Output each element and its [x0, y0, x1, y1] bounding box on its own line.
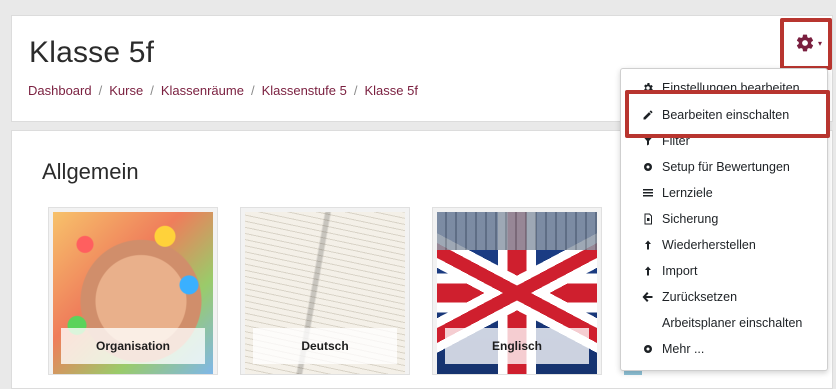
menu-item-label: Bearbeiten einschalten: [662, 108, 790, 122]
breadcrumb-klassenstufe[interactable]: Klassenstufe 5: [262, 83, 347, 98]
breadcrumb-separator: /: [353, 83, 358, 98]
menu-item-import[interactable]: Import: [621, 258, 827, 284]
menu-item-zuruecksetzen[interactable]: Zurücksetzen: [621, 284, 827, 310]
arrow-left-icon: [641, 290, 655, 304]
menu-item-bearbeiten-einschalten[interactable]: Bearbeiten einschalten: [629, 102, 826, 128]
gear-icon: [641, 160, 655, 174]
menu-item-setup-bewertungen[interactable]: Setup für Bewertungen: [621, 154, 827, 180]
breadcrumb-separator: /: [250, 83, 255, 98]
edit-mode-highlight: Bearbeiten einschalten: [625, 90, 830, 138]
section-title: Allgemein: [42, 159, 139, 184]
menu-item-label: Sicherung: [662, 212, 719, 226]
breadcrumb-klasse[interactable]: Klasse 5f: [364, 83, 417, 98]
settings-menu-button[interactable]: ▾: [795, 33, 822, 53]
menu-item-wiederherstellen[interactable]: Wiederherstellen: [621, 232, 827, 258]
menu-item-sicherung[interactable]: Sicherung: [621, 206, 827, 232]
upload-icon: [641, 264, 655, 278]
breadcrumb-separator: /: [150, 83, 154, 98]
menu-item-label: Zurücksetzen: [662, 290, 738, 304]
course-tile-organisation[interactable]: Organisation: [48, 207, 218, 375]
upload-icon: [641, 238, 655, 252]
breadcrumb-dashboard[interactable]: Dashboard: [28, 83, 92, 98]
menu-item-label: Mehr ...: [662, 342, 705, 356]
pencil-icon: [641, 108, 655, 122]
menu-item-label: Arbeitsplaner einschalten: [662, 316, 803, 330]
file-icon: [641, 212, 655, 226]
gear-icon: [796, 34, 814, 52]
menu-item-arbeitsplaner[interactable]: Arbeitsplaner einschalten: [621, 310, 827, 336]
course-tile-deutsch[interactable]: Deutsch: [240, 207, 410, 375]
settings-menu-highlight: ▾: [780, 18, 832, 70]
breadcrumb-separator: /: [98, 83, 103, 98]
menu-item-label: Import: [662, 264, 698, 278]
menu-item-mehr[interactable]: Mehr ...: [621, 336, 827, 362]
menu-item-lernziele[interactable]: Lernziele: [621, 180, 827, 206]
chevron-down-icon: ▾: [818, 38, 823, 48]
course-tile-label: Deutsch: [253, 328, 397, 364]
breadcrumb-klassenraeume[interactable]: Klassenräume: [161, 83, 244, 98]
menu-item-label: Lernziele: [662, 186, 713, 200]
page-title: Klasse 5f: [29, 36, 155, 69]
breadcrumb-kurse[interactable]: Kurse: [109, 83, 143, 98]
course-tile-label: Organisation: [61, 328, 205, 364]
menu-item-label: Setup für Bewertungen: [662, 160, 790, 174]
course-tile-englisch[interactable]: Englisch: [432, 207, 602, 375]
course-tile-label: Englisch: [445, 328, 589, 364]
menu-item-label: Wiederherstellen: [662, 238, 756, 252]
list-icon: [641, 186, 655, 200]
gear-icon: [641, 342, 655, 356]
breadcrumb: Dashboard / Kurse / Klassenräume / Klass…: [28, 83, 418, 98]
